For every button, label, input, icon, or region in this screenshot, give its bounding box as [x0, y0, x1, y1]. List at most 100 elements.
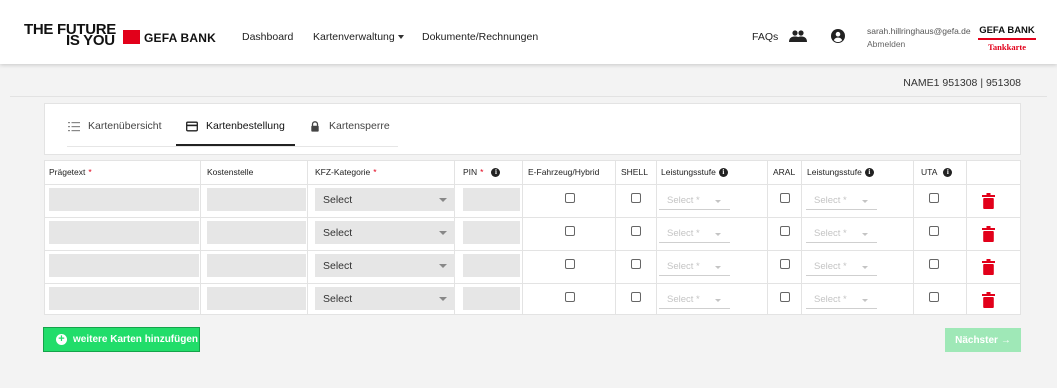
- select-value: Select *: [814, 228, 847, 239]
- faq-link[interactable]: FAQs: [752, 31, 778, 43]
- efahrzeug-checkbox[interactable]: [565, 226, 575, 236]
- shell-level-select[interactable]: Select *: [659, 291, 730, 309]
- header-praegetext: Prägetext *: [49, 167, 92, 177]
- pin-input[interactable]: [463, 287, 520, 310]
- account-circle-icon[interactable]: [831, 29, 845, 43]
- header-label: PIN: [463, 167, 478, 177]
- praegetext-input[interactable]: [49, 221, 199, 244]
- trash-icon[interactable]: [982, 292, 995, 308]
- chevron-down-icon: [439, 297, 447, 301]
- aral-checkbox[interactable]: [780, 259, 790, 269]
- divider: [10, 96, 1047, 97]
- select-value: Select *: [667, 228, 700, 239]
- uta-checkbox[interactable]: [929, 292, 939, 302]
- trash-icon[interactable]: [982, 259, 995, 275]
- tab-kartensperre[interactable]: Kartensperre: [309, 120, 390, 146]
- chevron-down-icon: [715, 233, 721, 236]
- header-pin: PIN * i: [463, 167, 501, 177]
- uta-checkbox[interactable]: [929, 259, 939, 269]
- header-label: SHELL: [621, 167, 648, 177]
- aral-checkbox[interactable]: [780, 292, 790, 302]
- info-icon[interactable]: i: [718, 167, 728, 177]
- tab-underline-track: [67, 146, 398, 147]
- shell-checkbox[interactable]: [631, 226, 641, 236]
- header-label: Kostenstelle: [207, 167, 254, 177]
- kfz-category-select[interactable]: Select: [315, 221, 455, 244]
- logout-link[interactable]: Abmelden: [867, 39, 905, 49]
- shell-checkbox[interactable]: [631, 259, 641, 269]
- efahrzeug-checkbox[interactable]: [565, 193, 575, 203]
- tab-kartenuebersicht[interactable]: Kartenübersicht: [68, 120, 162, 146]
- nav-dokumente[interactable]: Dokumente/Rechnungen: [422, 31, 538, 43]
- info-icon[interactable]: i: [943, 167, 953, 177]
- shell-level-select[interactable]: Select *: [659, 192, 730, 210]
- select-value: Select *: [667, 261, 700, 272]
- header-label: Leistungsstufe: [661, 167, 716, 177]
- select-value: Select: [323, 260, 353, 272]
- praegetext-input[interactable]: [49, 188, 199, 211]
- shell-level-select[interactable]: Select *: [659, 225, 730, 243]
- uta-checkbox[interactable]: [929, 226, 939, 236]
- add-cards-button[interactable]: + weitere Karten hinzufügen: [43, 327, 200, 352]
- plus-circle-icon: +: [56, 334, 67, 345]
- kostenstelle-input[interactable]: [207, 188, 306, 211]
- kfz-category-select[interactable]: Select: [315, 254, 455, 277]
- chevron-down-icon: [439, 231, 447, 235]
- header-label: Prägetext: [49, 167, 86, 177]
- logo-red-square: [123, 30, 140, 44]
- kfz-category-select[interactable]: Select: [315, 287, 455, 310]
- card-order-table: Prägetext * Kostenstelle KFZ-Kategorie * P…: [44, 160, 1021, 315]
- aral-checkbox[interactable]: [780, 193, 790, 203]
- chevron-down-icon: [862, 200, 868, 203]
- kostenstelle-input[interactable]: [207, 254, 306, 277]
- tab-label: Kartenübersicht: [88, 120, 162, 132]
- shell-checkbox[interactable]: [631, 292, 641, 302]
- nav-kartenverwaltung-label: Kartenverwaltung: [313, 31, 395, 43]
- header-label: ARAL: [773, 167, 796, 177]
- praegetext-input[interactable]: [49, 287, 199, 310]
- select-value: Select: [323, 293, 353, 305]
- chevron-down-icon: [439, 198, 447, 202]
- pin-input[interactable]: [463, 221, 520, 244]
- efahrzeug-checkbox[interactable]: [565, 259, 575, 269]
- aral-level-select[interactable]: Select *: [806, 225, 877, 243]
- nav-kartenverwaltung[interactable]: Kartenverwaltung: [313, 31, 404, 43]
- chevron-down-icon: [439, 264, 447, 268]
- nav-dashboard[interactable]: Dashboard: [242, 31, 293, 43]
- tab-kartenbestellung[interactable]: Kartenbestellung: [176, 120, 295, 146]
- user-email: sarah.hillringhaus@gefa.de: [867, 26, 971, 36]
- efahrzeug-checkbox[interactable]: [565, 292, 575, 302]
- aral-checkbox[interactable]: [780, 226, 790, 236]
- kostenstelle-input[interactable]: [207, 287, 306, 310]
- trash-icon[interactable]: [982, 226, 995, 242]
- next-button[interactable]: Nächster →: [945, 328, 1021, 352]
- header-aral: ARAL: [773, 167, 795, 177]
- arrow-right-icon: →: [1000, 334, 1011, 346]
- praegetext-input[interactable]: [49, 254, 199, 277]
- table-row: Select Select * Select *: [45, 283, 1020, 316]
- aral-level-select[interactable]: Select *: [806, 192, 877, 210]
- tabs-card: Kartenübersicht Kartenbestellung Kartens…: [44, 103, 1021, 155]
- aral-level-select[interactable]: Select *: [806, 258, 877, 276]
- uta-checkbox[interactable]: [929, 193, 939, 203]
- select-value: Select *: [814, 195, 847, 206]
- trash-icon[interactable]: [982, 193, 995, 209]
- people-icon[interactable]: [789, 30, 807, 42]
- pin-input[interactable]: [463, 188, 520, 211]
- header-label: E-Fahrzeug/Hybrid: [528, 167, 600, 177]
- kostenstelle-input[interactable]: [207, 221, 306, 244]
- required-mark: *: [88, 167, 92, 177]
- header-label: UTA: [921, 167, 938, 177]
- select-value: Select *: [667, 294, 700, 305]
- brand-right-top: GEFA BANK: [979, 25, 1035, 36]
- kfz-category-select[interactable]: Select: [315, 188, 455, 211]
- header-efahrzeug: E-Fahrzeug/Hybrid: [528, 167, 599, 177]
- shell-checkbox[interactable]: [631, 193, 641, 203]
- info-icon[interactable]: i: [491, 167, 501, 177]
- brand-logo[interactable]: THE FUTURE IS YOU: [24, 22, 116, 48]
- tab-label: Kartensperre: [329, 120, 390, 132]
- aral-level-select[interactable]: Select *: [806, 291, 877, 309]
- info-icon[interactable]: i: [864, 167, 874, 177]
- pin-input[interactable]: [463, 254, 520, 277]
- shell-level-select[interactable]: Select *: [659, 258, 730, 276]
